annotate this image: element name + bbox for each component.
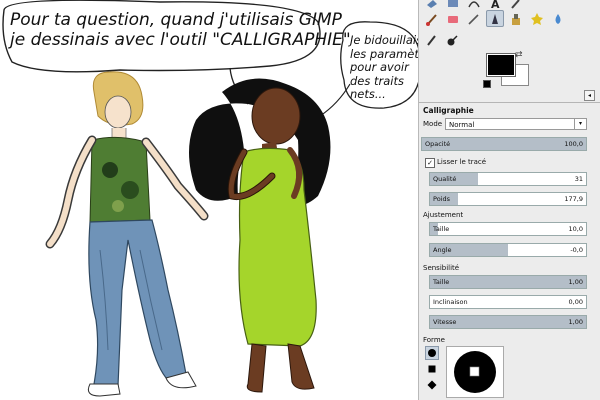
bubble1-line: Pour ta question, quand j'utilisais GIMP [10,10,342,30]
sensitivity-size-slider[interactable]: Taille 1,00 [429,275,587,289]
foreground-color-swatch[interactable] [486,53,516,77]
size-value: 10,0 [568,225,583,233]
shape-title: Forme [423,336,445,344]
heal-icon[interactable] [528,10,546,27]
bubble2-line: nets... [350,87,386,102]
svg-text:A: A [491,0,500,9]
sensitivity-size-fill [430,276,586,288]
eraser-icon[interactable] [444,10,462,27]
paintbrush-icon[interactable] [423,10,441,27]
mode-label: Mode [423,120,443,128]
tool-options-title: Calligraphie [423,106,474,115]
speed-label: Vitesse [433,318,457,326]
shape-preview[interactable] [446,346,504,398]
weight-value: 177,9 [564,195,583,203]
clone-icon[interactable] [507,10,525,27]
opacity-label: Opacité [425,140,451,148]
size-label: Taille [433,225,450,233]
angle-label: Angle [433,246,452,254]
opacity-slider[interactable]: Opacité 100,0 [421,137,587,151]
comic-illustration: Pour ta question, quand j'utilisais GIMP… [0,0,418,400]
swap-colors-icon[interactable]: ⇄ [515,50,523,60]
bubble2-line: pour avoir [350,60,409,75]
toolbox-row-2 [423,10,567,27]
speed-slider[interactable]: Vitesse 1,00 [429,315,587,329]
blur-icon[interactable] [549,10,567,27]
sensitivity-title: Sensibilité [423,264,460,272]
bubble2-line: Je bidouillais [350,33,418,47]
bubble2-line: les paramètres [350,46,418,61]
ink-icon[interactable] [486,10,504,27]
speech-bubble-1-text: Pour ta question, quand j'utilisais GIMP… [10,10,351,51]
bubble1-line: je dessinais avec l'outil "CALLIGRAPHIE" [10,30,351,51]
diamond-shape-icon[interactable] [425,378,439,392]
tilt-label: Inclinaison [433,298,468,306]
airbrush-icon[interactable] [465,10,483,27]
smudge-icon[interactable] [423,31,441,48]
speech-bubble-2-text: Je bidouillais les paramètres pour avoir… [350,33,418,102]
bubble2-line: des traits [350,73,405,88]
opacity-value: 100,0 [564,140,583,148]
mode-value: Normal [449,121,475,129]
sensitivity-size-value: 1,00 [568,278,583,286]
adjustment-title: Ajustement [423,211,464,219]
quality-slider[interactable]: Qualité 31 [429,172,587,186]
toolbox-row-3 [423,31,462,48]
circle-shape-icon[interactable] [425,346,439,360]
color-swatches: ⇄ [483,50,543,90]
weight-slider[interactable]: Poids 177,9 [429,192,587,206]
speed-value: 1,00 [568,318,583,326]
smooth-label: Lisser le tracé [437,158,487,166]
gimp-toolbox-panel: A ⇄ ◂ Calligraphie Mode Normal ▾ Opacité… [418,0,600,400]
panel-collapse-icon[interactable]: ◂ [584,90,595,101]
dodge-burn-icon[interactable] [444,31,462,48]
tilt-value: 0,00 [568,298,583,306]
angle-slider[interactable]: Angle -0,0 [429,243,587,257]
square-shape-icon[interactable] [425,362,439,376]
mode-select[interactable]: Normal ▾ [445,118,587,130]
quality-label: Qualité [433,175,457,183]
reset-colors-icon[interactable] [483,80,491,88]
chevron-down-icon: ▾ [574,119,586,129]
dark-haired-character [189,78,331,393]
quality-value: 31 [574,175,583,183]
divider [419,102,600,103]
sensitivity-size-label: Taille [433,278,450,286]
angle-value: -0,0 [570,246,583,254]
blonde-character [45,71,209,397]
tilt-slider[interactable]: Inclinaison 0,00 [429,295,587,309]
size-slider[interactable]: Taille 10,0 [429,222,587,236]
smooth-checkbox[interactable]: ✓ [425,158,435,168]
weight-label: Poids [433,195,450,203]
